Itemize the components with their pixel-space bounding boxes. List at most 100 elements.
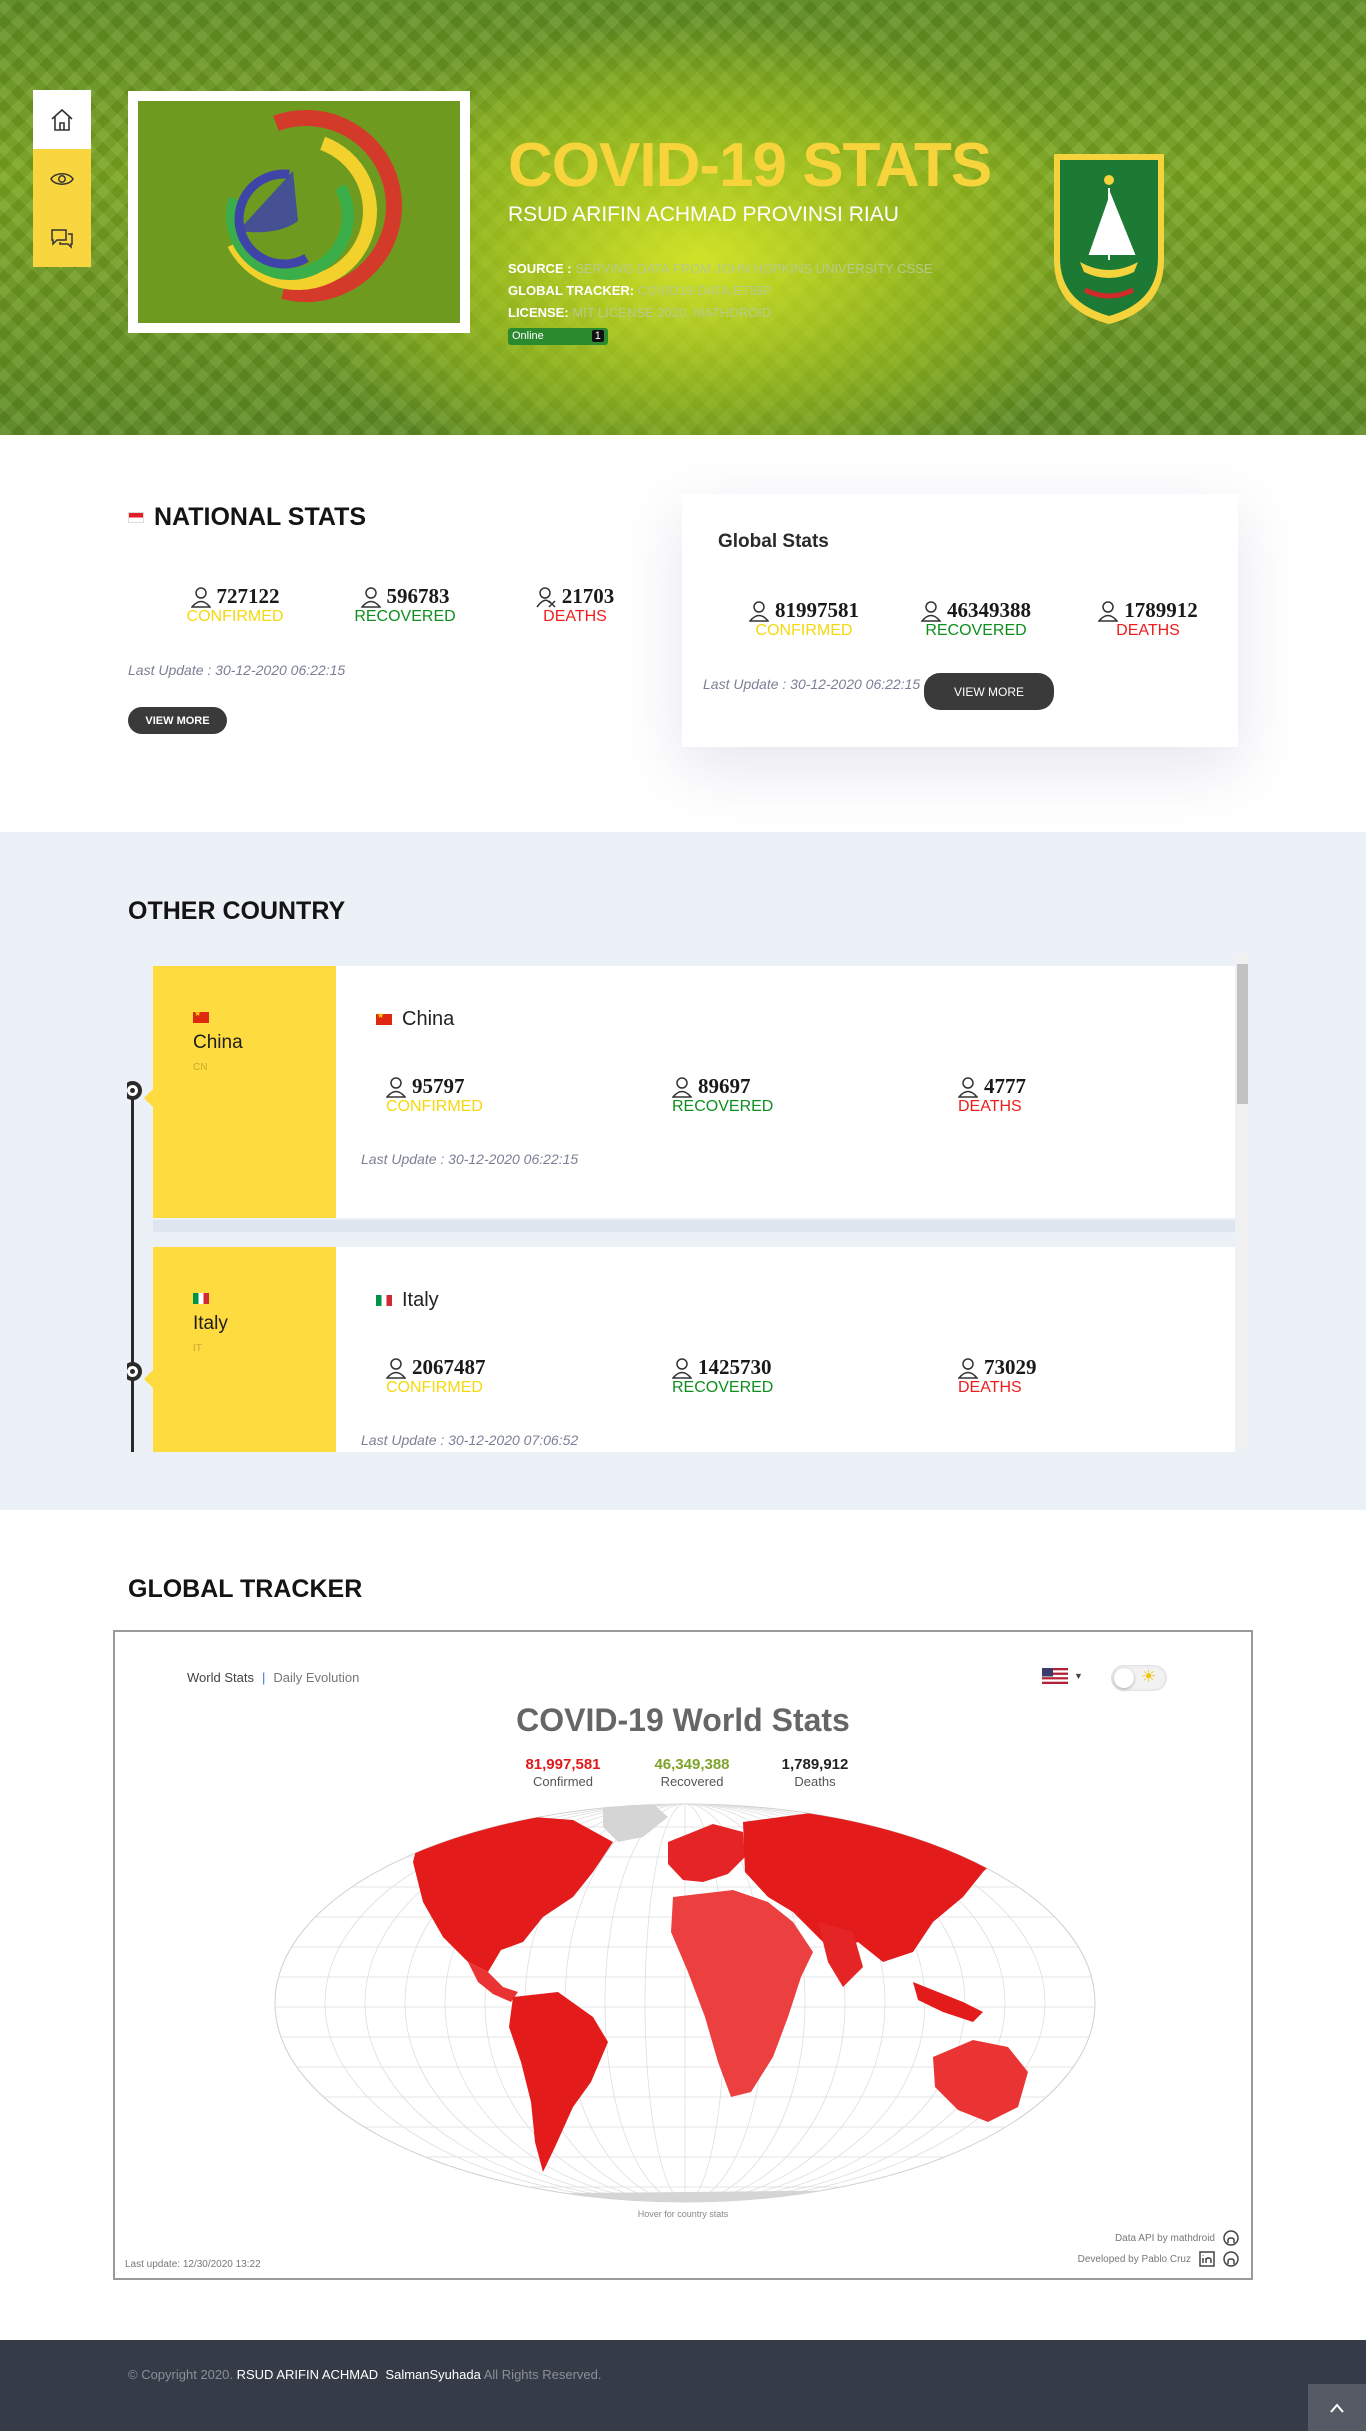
country-card-italy[interactable]: Italy IT Italy 2067487 CONFIRMED 1425730… — [144, 1247, 1235, 1452]
theme-toggle[interactable]: ☀ — [1111, 1665, 1167, 1691]
global-view-more-button[interactable]: VIEW MORE — [924, 673, 1054, 710]
italy-confirmed-label: CONFIRMED — [386, 1379, 483, 1396]
tab-world-stats[interactable]: World Stats — [187, 1670, 254, 1685]
country-title: Italy — [376, 1289, 439, 1312]
hero-banner: COVID-19 STATS RSUD ARIFIN ACHMAD PROVIN… — [0, 0, 1366, 435]
user-icon — [386, 1076, 406, 1098]
card-divider — [153, 1220, 1235, 1232]
tracker-link[interactable]: COVID19.DATA.ETIBP — [638, 283, 771, 298]
global-deaths: 1789912 DEATHS — [1062, 598, 1234, 640]
timeline-line — [131, 1092, 134, 1452]
user-icon — [672, 1357, 692, 1379]
china-deaths-value: 4777 — [984, 1074, 1026, 1098]
china-recovered: 89697 RECOVERED — [662, 1074, 948, 1116]
country-code: CN — [193, 1062, 208, 1073]
user-icon — [386, 1357, 406, 1379]
timeline-scrollbar[interactable] — [1236, 954, 1249, 1448]
national-confirmed-label: CONFIRMED — [186, 608, 284, 625]
home-icon — [51, 108, 73, 131]
world-recovered: 46,349,388 Recovered — [647, 1756, 737, 1789]
world-recovered-value: 46,349,388 — [654, 1756, 730, 1773]
page-title: COVID-19 STATS — [508, 131, 992, 200]
global-tracker-title: GLOBAL TRACKER — [128, 1575, 363, 1603]
country-code: IT — [193, 1343, 202, 1354]
user-icon — [190, 586, 211, 608]
country-stats-row: 2067487 CONFIRMED 1425730 RECOVERED 7302… — [376, 1355, 1148, 1397]
dev-credit-text[interactable]: Developed by Pablo Cruz — [1078, 2254, 1191, 2265]
china-last-update: Last Update : 30-12-2020 06:22:15 — [361, 1151, 579, 1167]
footer: © Copyright 2020. RSUD ARIFIN ACHMAD Sal… — [0, 2340, 1366, 2431]
world-stats-title: COVID-19 World Stats — [516, 1702, 850, 1738]
back-to-top-button[interactable] — [1308, 2384, 1366, 2431]
world-recovered-label: Recovered — [660, 1774, 724, 1789]
api-credit: Data API by mathdroid — [1115, 2230, 1239, 2246]
scrollbar-thumb[interactable] — [1237, 964, 1248, 1104]
global-deaths-value: 1789912 — [1124, 598, 1198, 622]
footer-org-link[interactable]: RSUD ARIFIN ACHMAD — [237, 2367, 379, 2382]
timeline-dot — [127, 1362, 142, 1381]
national-recovered-label: RECOVERED — [354, 608, 456, 625]
national-confirmed-value: 727122 — [216, 584, 280, 608]
nav-chat-button[interactable] — [33, 208, 91, 267]
chat-icon — [51, 228, 73, 249]
footer-author-link[interactable]: SalmanSyuhada — [385, 2367, 480, 2382]
us-flag-icon — [1042, 1668, 1068, 1684]
user-icon — [921, 600, 941, 622]
license-link[interactable]: MIT LICENSE 2020, MATHDROID — [572, 305, 771, 320]
source-label: SOURCE : — [508, 261, 572, 276]
global-stats-title: Global Stats — [718, 531, 829, 552]
country-name: China — [193, 1032, 243, 1053]
online-badge: Online 1 — [508, 328, 608, 345]
user-icon — [958, 1076, 978, 1098]
hospital-logo — [128, 91, 470, 333]
world-confirmed-value: 81,997,581 — [525, 1756, 601, 1773]
map-region-new-zealand[interactable] — [1043, 2112, 1058, 2132]
global-tracker-embed: World Stats | Daily Evolution ▼ ☀ COVID-19… — [113, 1630, 1253, 2280]
github-icon[interactable] — [1223, 2230, 1239, 2246]
china-confirmed: 95797 CONFIRMED — [376, 1074, 662, 1116]
china-recovered-value: 89697 — [698, 1074, 751, 1098]
language-select[interactable]: ▼ — [1042, 1668, 1083, 1684]
user-icon — [958, 1357, 978, 1379]
api-credit-text[interactable]: Data API by mathdroid — [1115, 2233, 1215, 2244]
world-deaths: 1,789,912 Deaths — [775, 1756, 855, 1789]
copyright-prefix: © Copyright 2020. — [128, 2367, 233, 2382]
linkedin-icon[interactable] — [1199, 2251, 1215, 2267]
country-title: China — [376, 1008, 454, 1031]
hover-hint: Hover for country stats — [637, 2209, 729, 2219]
global-deaths-label: DEATHS — [1116, 622, 1180, 639]
world-map[interactable] — [273, 1802, 1097, 2204]
world-deaths-label: Deaths — [794, 1774, 836, 1789]
user-icon — [672, 1076, 692, 1098]
tab-daily-evolution[interactable]: Daily Evolution — [273, 1670, 359, 1685]
map-region-antarctica[interactable] — [453, 2190, 913, 2204]
national-deaths: 21703 DEATHS — [490, 584, 660, 626]
china-deaths-label: DEATHS — [958, 1098, 1022, 1115]
global-last-update: Last Update : 30-12-2020 06:22:15 — [703, 676, 921, 692]
country-title-text: China — [402, 1008, 455, 1030]
tracker-tabs: World Stats | Daily Evolution — [187, 1670, 359, 1685]
china-flag-icon — [193, 1009, 209, 1023]
country-timeline[interactable]: China CN China 95797 CONFIRMED 89697 REC… — [127, 950, 1251, 1452]
country-tag: Italy IT — [144, 1247, 336, 1452]
side-nav — [33, 90, 91, 267]
country-card-china[interactable]: China CN China 95797 CONFIRMED 89697 REC… — [144, 966, 1235, 1218]
national-recovered: 596783 RECOVERED — [320, 584, 490, 626]
source-link[interactable]: SERVING DATA FROM JOHN HOPKINS UNIVERSIT… — [575, 261, 932, 276]
national-view-more-button[interactable]: VIEW MORE — [128, 707, 227, 734]
user-x-icon — [536, 586, 556, 608]
italy-recovered-value: 1425730 — [698, 1355, 772, 1379]
tab-separator: | — [261, 1670, 266, 1685]
github-icon[interactable] — [1223, 2251, 1239, 2267]
country-name: Italy — [193, 1313, 228, 1334]
world-confirmed: 81,997,581 Confirmed — [523, 1756, 603, 1789]
nav-home-button[interactable] — [33, 90, 91, 149]
country-title-text: Italy — [402, 1289, 439, 1311]
timeline-dot — [127, 1081, 142, 1100]
chevron-down-icon: ▼ — [1074, 1671, 1083, 1681]
global-recovered-value: 46349388 — [947, 598, 1031, 622]
global-recovered-label: RECOVERED — [925, 622, 1027, 639]
national-stats-heading: NATIONAL STATS — [128, 503, 366, 532]
nav-view-button[interactable] — [33, 149, 91, 208]
national-deaths-value: 21703 — [561, 584, 615, 608]
